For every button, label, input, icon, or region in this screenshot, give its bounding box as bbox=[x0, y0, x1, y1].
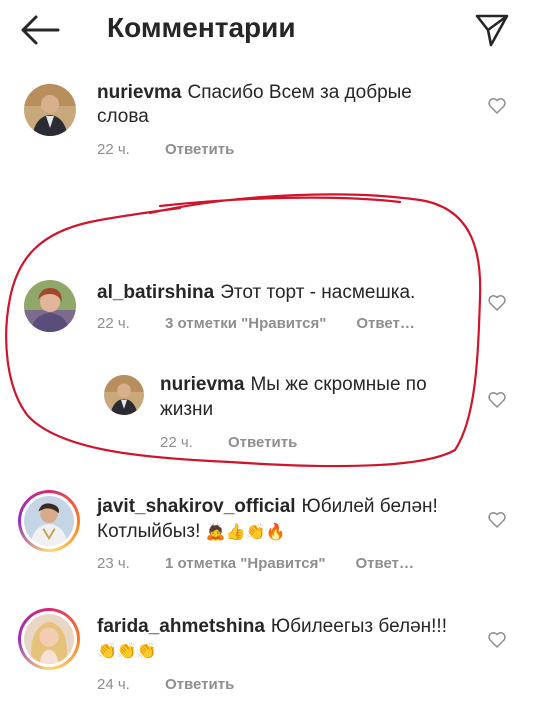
comment-meta: 22 ч. Ответить bbox=[97, 141, 234, 158]
comment-meta: 24 ч. Ответить bbox=[97, 676, 234, 693]
comment-time: 22 ч. bbox=[160, 434, 193, 451]
comment-text: Юбилеегыз белән!!! bbox=[270, 616, 447, 637]
page-title: Комментарии bbox=[107, 12, 296, 43]
story-ring[interactable] bbox=[18, 490, 80, 552]
reply-button[interactable]: Ответ… bbox=[356, 315, 415, 332]
comment-text: Спасибо Всем за добрые bbox=[187, 82, 412, 103]
avatar[interactable] bbox=[24, 280, 76, 332]
heart-icon[interactable] bbox=[487, 96, 507, 116]
avatar[interactable] bbox=[24, 84, 76, 136]
back-arrow-icon[interactable] bbox=[20, 14, 60, 46]
emoji-clap-icon: 👏 bbox=[116, 643, 137, 660]
comment-username[interactable]: farida_ahmetshina bbox=[97, 616, 265, 637]
comment-text: Юбилей белән! bbox=[301, 496, 438, 517]
comment-text: Этот торт - насмешка. bbox=[220, 282, 416, 303]
emoji-clap-icon: 👏 bbox=[97, 643, 117, 660]
comment-username[interactable]: javit_shakirov_official bbox=[97, 496, 296, 517]
comment-text: Мы же скромные по bbox=[250, 374, 427, 395]
avatar[interactable] bbox=[24, 614, 74, 664]
reply-button[interactable]: Ответ… bbox=[356, 555, 415, 572]
comment-text-continued: Котлыйбыз! bbox=[97, 521, 201, 542]
heart-icon[interactable] bbox=[487, 630, 507, 650]
comment-text-continued: слова bbox=[97, 106, 149, 127]
comment-time: 22 ч. bbox=[97, 315, 130, 332]
emoji-clap-icon: 👏 bbox=[245, 524, 266, 541]
comment-username[interactable]: nurievma bbox=[97, 82, 181, 103]
emoji-bow-icon: 🙇 bbox=[205, 524, 226, 541]
avatar[interactable] bbox=[24, 496, 74, 546]
likes-count-link[interactable]: 3 отметки "Нравится" bbox=[165, 315, 326, 332]
emoji-thumbs-up-icon: 👍 bbox=[225, 524, 246, 541]
comment-time: 23 ч. bbox=[97, 555, 130, 572]
comment-username[interactable]: nurievma bbox=[160, 374, 244, 395]
emoji-fire-icon: 🔥 bbox=[265, 524, 286, 541]
comment-time: 24 ч. bbox=[97, 676, 130, 693]
comment-time: 22 ч. bbox=[97, 141, 130, 158]
heart-icon[interactable] bbox=[487, 390, 507, 410]
reply-button[interactable]: Ответить bbox=[228, 434, 297, 451]
emoji-clap-icon: 👏 bbox=[136, 643, 157, 660]
direct-message-icon[interactable] bbox=[474, 12, 510, 48]
comment-meta: 22 ч. 3 отметки "Нравится" Ответ… bbox=[97, 315, 415, 332]
reply-button[interactable]: Ответить bbox=[165, 676, 234, 693]
comment-text-continued: жизни bbox=[160, 399, 214, 420]
comment-meta: 22 ч. Ответить bbox=[160, 434, 297, 451]
heart-icon[interactable] bbox=[487, 510, 507, 530]
comment-meta: 23 ч. 1 отметка "Нравится" Ответ… bbox=[97, 555, 414, 572]
likes-count-link[interactable]: 1 отметка "Нравится" bbox=[165, 555, 326, 572]
heart-icon[interactable] bbox=[487, 293, 507, 313]
reply-button[interactable]: Ответить bbox=[165, 141, 234, 158]
comment-username[interactable]: al_batirshina bbox=[97, 282, 214, 303]
avatar[interactable] bbox=[104, 375, 144, 415]
story-ring[interactable] bbox=[18, 608, 80, 670]
